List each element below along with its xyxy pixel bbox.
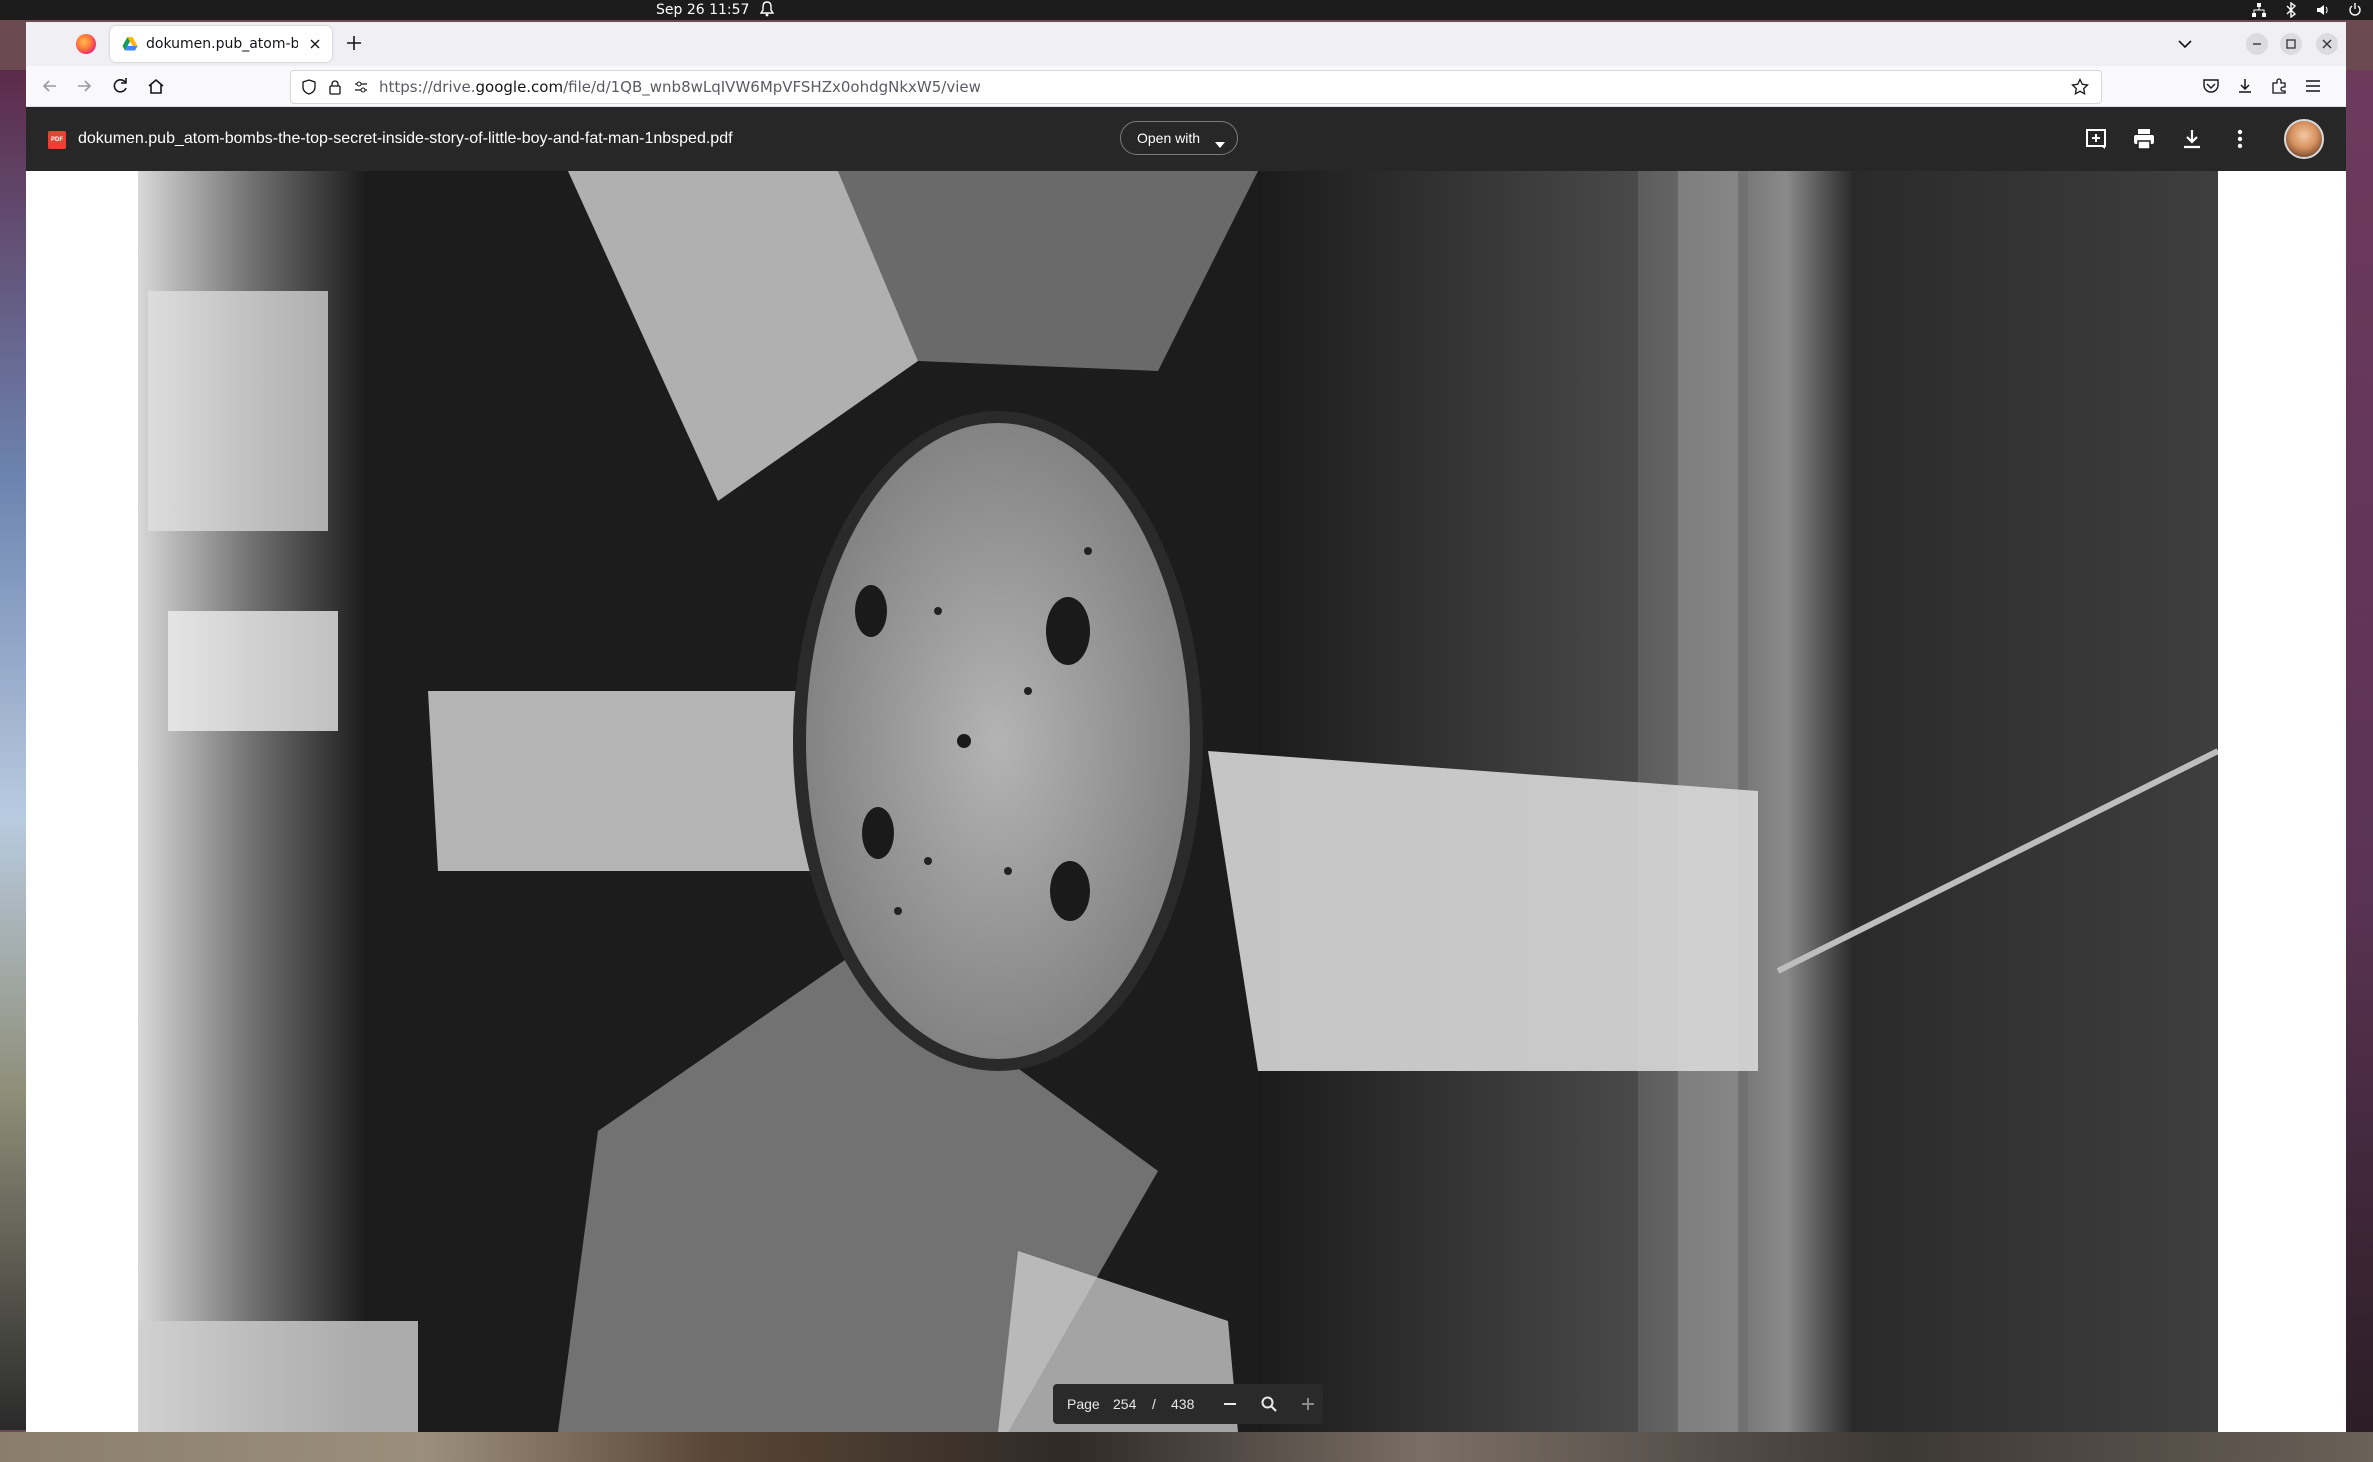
magnifier-icon[interactable] (1260, 1395, 1278, 1413)
menu-hamburger-icon[interactable] (2304, 77, 2322, 95)
pdf-file-icon: PDF (48, 131, 66, 149)
tracking-shield-icon[interactable] (301, 79, 317, 95)
desktop-background-bottom (0, 1432, 2373, 1462)
tab-title: dokumen.pub_atom-bom (146, 36, 298, 52)
downloads-icon[interactable] (2236, 77, 2254, 95)
system-clock[interactable]: Sep 26 11:57 (656, 1, 749, 19)
maximize-window-icon[interactable] (2280, 33, 2302, 55)
bookmark-star-icon[interactable] (2071, 77, 2089, 96)
home-icon[interactable] (146, 76, 166, 96)
power-icon[interactable] (2347, 2, 2363, 18)
navigation-toolbar: https://drive.google.com/file/d/1QB_wnb8… (26, 66, 2346, 107)
tab-strip: dokumen.pub_atom-bom (26, 22, 2346, 66)
desktop-background-left (0, 70, 26, 1430)
drive-pdf-viewer: PDF dokumen.pub_atom-bombs-the-top-secre… (26, 107, 2346, 1432)
google-drive-icon (122, 36, 138, 52)
open-with-button[interactable]: Open with (1120, 121, 1238, 155)
bluetooth-icon[interactable] (2283, 1, 2299, 19)
total-pages: 438 (1171, 1396, 1195, 1412)
page-separator: / (1152, 1396, 1156, 1412)
firefox-icon[interactable] (76, 34, 96, 54)
url-bar[interactable]: https://drive.google.com/file/d/1QB_wnb8… (290, 70, 2102, 104)
minimize-window-icon[interactable] (2246, 33, 2268, 55)
back-icon[interactable] (40, 76, 60, 96)
network-icon[interactable] (2251, 2, 2267, 18)
open-with-label: Open with (1137, 130, 1201, 146)
print-icon[interactable] (2132, 127, 2156, 151)
reload-icon[interactable] (110, 76, 130, 96)
page-label: Page (1067, 1396, 1100, 1412)
account-avatar[interactable] (2284, 119, 2324, 159)
more-vert-icon[interactable] (2228, 127, 2252, 151)
permissions-icon[interactable] (353, 79, 369, 95)
desktop-background-right (2346, 70, 2373, 1432)
pocket-icon[interactable] (2202, 77, 2220, 95)
new-tab-icon[interactable] (344, 33, 364, 53)
close-window-icon[interactable] (2316, 33, 2338, 55)
url-text[interactable]: https://drive.google.com/file/d/1QB_wnb8… (379, 71, 981, 103)
pdf-page-photo (138, 171, 2218, 1432)
list-all-tabs-icon[interactable] (2176, 35, 2194, 53)
zoom-out-icon[interactable] (1221, 1395, 1239, 1413)
extensions-icon[interactable] (2270, 77, 2288, 95)
viewer-header-bar: PDF dokumen.pub_atom-bombs-the-top-secre… (26, 107, 2346, 171)
lock-icon[interactable] (327, 79, 343, 95)
download-icon[interactable] (2180, 127, 2204, 151)
page-controls: Page 254 / 438 (1053, 1384, 1323, 1424)
system-tray (2251, 1, 2363, 19)
dropdown-caret-icon (1215, 135, 1225, 151)
file-title: dokumen.pub_atom-bombs-the-top-secret-in… (78, 130, 733, 147)
volume-icon[interactable] (2315, 2, 2331, 18)
zoom-in-icon[interactable] (1299, 1395, 1317, 1413)
browser-window: dokumen.pub_atom-bom (26, 22, 2346, 1432)
current-page-input[interactable]: 254 (1113, 1384, 1136, 1424)
add-comment-icon[interactable] (2084, 127, 2108, 151)
forward-icon[interactable] (74, 76, 94, 96)
tab-active[interactable]: dokumen.pub_atom-bom (110, 26, 332, 62)
tab-close-icon[interactable] (306, 35, 324, 53)
notification-bell-icon (759, 1, 776, 19)
system-top-bar: Sep 26 11:57 (0, 0, 2373, 20)
